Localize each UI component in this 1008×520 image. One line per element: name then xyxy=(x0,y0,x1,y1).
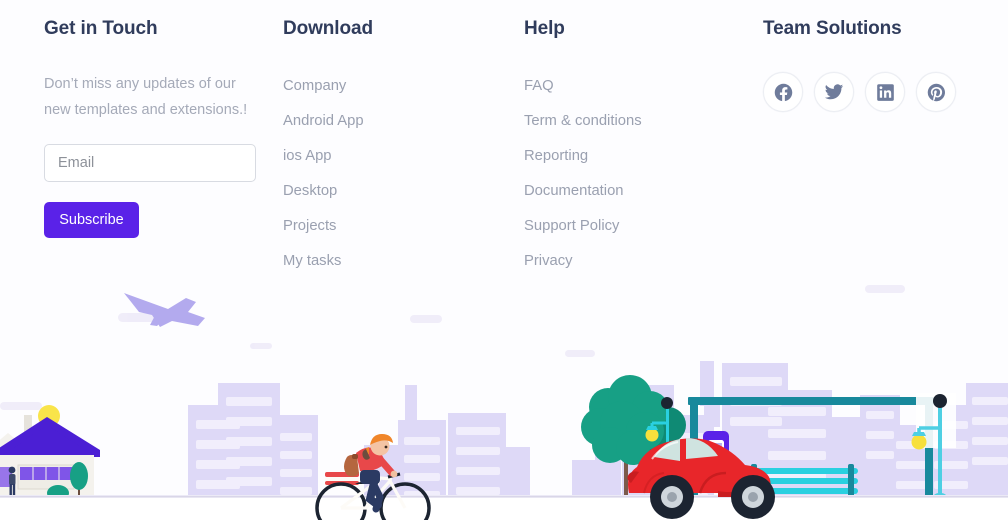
email-input[interactable] xyxy=(44,144,256,182)
column-title-download: Download xyxy=(283,18,373,39)
list-item: FAQ xyxy=(524,69,744,104)
subscribe-button[interactable]: Subscribe xyxy=(44,202,139,238)
social-button-facebook[interactable] xyxy=(763,72,803,112)
help-link-list: FAQ Term & conditions Reporting Document… xyxy=(524,69,744,279)
column-title-get-in-touch: Get in Touch xyxy=(44,18,158,39)
footer-column-get-in-touch: Get in Touch Don’t miss any updates of o… xyxy=(44,16,274,238)
list-item: Projects xyxy=(283,209,503,244)
list-item: ios App xyxy=(283,139,503,174)
linkedin-icon xyxy=(876,83,895,102)
link-my-tasks[interactable]: My tasks xyxy=(283,244,503,279)
twitter-icon xyxy=(824,82,844,102)
social-button-pinterest[interactable] xyxy=(916,72,956,112)
link-company[interactable]: Company xyxy=(283,69,503,104)
list-item: Privacy xyxy=(524,244,744,279)
column-title-help: Help xyxy=(524,18,565,39)
list-item: Reporting xyxy=(524,139,744,174)
social-button-linkedin[interactable] xyxy=(865,72,905,112)
footer-column-download: Download Company Android App ios App Des… xyxy=(283,16,503,279)
list-item: My tasks xyxy=(283,244,503,279)
link-privacy[interactable]: Privacy xyxy=(524,244,744,279)
list-item: Company xyxy=(283,69,503,104)
pinterest-icon xyxy=(926,82,947,103)
link-faq[interactable]: FAQ xyxy=(524,69,744,104)
list-item: Desktop xyxy=(283,174,503,209)
footer-links-region: Get in Touch Don’t miss any updates of o… xyxy=(0,0,1008,285)
link-documentation[interactable]: Documentation xyxy=(524,174,744,209)
footer-column-team-solutions: Team Solutions xyxy=(763,16,993,112)
link-reporting[interactable]: Reporting xyxy=(524,139,744,174)
newsletter-blurb: Don’t miss any updates of our new templa… xyxy=(44,76,248,118)
link-ios-app[interactable]: ios App xyxy=(283,139,503,174)
link-support-policy[interactable]: Support Policy xyxy=(524,209,744,244)
social-button-twitter[interactable] xyxy=(814,72,854,112)
city-street-illustration xyxy=(0,265,1008,520)
list-item: Term & conditions xyxy=(524,104,744,139)
link-desktop[interactable]: Desktop xyxy=(283,174,503,209)
list-item: Documentation xyxy=(524,174,744,209)
column-title-team-solutions: Team Solutions xyxy=(763,18,902,39)
download-link-list: Company Android App ios App Desktop Proj… xyxy=(283,69,503,279)
link-projects[interactable]: Projects xyxy=(283,209,503,244)
link-android-app[interactable]: Android App xyxy=(283,104,503,139)
facebook-icon xyxy=(773,82,794,103)
social-links xyxy=(763,72,993,112)
link-term-conditions[interactable]: Term & conditions xyxy=(524,104,744,139)
footer-column-help: Help FAQ Term & conditions Reporting Doc… xyxy=(524,16,744,279)
list-item: Android App xyxy=(283,104,503,139)
list-item: Support Policy xyxy=(524,209,744,244)
